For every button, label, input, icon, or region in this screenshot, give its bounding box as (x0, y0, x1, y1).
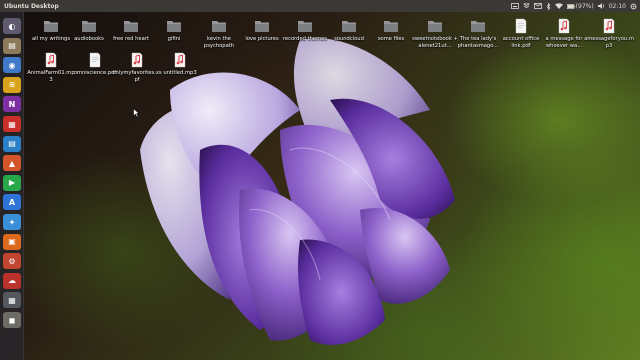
launcher-lens-icon[interactable]: ≋ (3, 76, 21, 93)
desktop-item-some-files[interactable]: some files (366, 18, 416, 43)
bluetooth-icon[interactable] (546, 2, 551, 10)
audio-file-icon (174, 52, 186, 68)
launcher-ubuntu-one-icon[interactable]: ☁ (3, 272, 21, 289)
desktop-item-label: recorded themes (282, 36, 328, 42)
audio-file-icon (45, 52, 57, 68)
folder-icon (298, 21, 312, 32)
launcher-feather-app-icon[interactable]: ✦ (3, 214, 21, 230)
keyboard-indicator-icon[interactable] (510, 3, 519, 9)
launcher-calculator-icon[interactable]: ▦ (3, 292, 21, 309)
document-icon (89, 52, 101, 68)
battery-icon (566, 3, 575, 9)
desktop-item-label: AnimalFarm01.mp3 (27, 70, 75, 83)
audio-file-icon (603, 18, 615, 34)
desktop-item-a-message-for-whoever-wa[interactable]: a message for whoever wa... (539, 18, 589, 49)
desktop-item-label: untitled.mp3 (163, 70, 197, 76)
clock[interactable]: 02:10 (609, 3, 626, 10)
volume-icon[interactable] (597, 3, 605, 9)
folder-icon (384, 21, 398, 32)
battery-indicator[interactable]: (97%) (566, 2, 594, 10)
mouse-pointer-icon (133, 108, 140, 118)
mail-icon[interactable] (533, 3, 542, 9)
launcher-trash-icon[interactable]: ◼ (3, 312, 21, 328)
desktop-item-gifini[interactable]: gifini (149, 18, 199, 43)
window-title: Ubuntu Desktop (4, 2, 59, 10)
desktop-item-amessageforyou-mp3[interactable]: amessageforyou.mp3 (584, 18, 634, 49)
desktop-item-label: amessageforyou.mp3 (584, 36, 634, 49)
document-icon (515, 18, 527, 34)
folder-icon (44, 21, 58, 32)
desktop-item-recorded-themes[interactable]: recorded themes (280, 18, 330, 43)
launcher-settings-icon[interactable]: ⚙ (3, 253, 21, 270)
folder-icon (82, 21, 96, 32)
indicator-area: (97%) 02:10 (510, 0, 637, 12)
desktop-item-animalfarm01-mp3[interactable]: AnimalFarm01.mp3 (26, 52, 76, 83)
dropbox-icon[interactable] (522, 3, 530, 9)
launcher-app-store-icon[interactable]: A (3, 194, 21, 211)
launcher-libreoffice-impress-icon[interactable]: ▲ (3, 155, 21, 172)
audio-file-icon (131, 52, 143, 68)
folder-icon (255, 21, 269, 32)
launcher-calendar-icon[interactable]: ▦ (3, 116, 21, 132)
launcher-play-store-icon[interactable]: ▶ (3, 174, 21, 191)
folder-icon (471, 21, 485, 32)
launcher-onenote-icon[interactable]: N (3, 96, 21, 113)
wifi-icon[interactable] (554, 3, 563, 9)
folder-icon (212, 21, 226, 32)
desktop-item-label: gifini (167, 36, 181, 42)
folder-icon (167, 21, 181, 32)
launcher-dash-home-icon[interactable]: ◐ (3, 18, 21, 34)
launcher-software-center-icon[interactable]: ▣ (3, 233, 21, 250)
launcher-libreoffice-writer-icon[interactable]: ▤ (3, 135, 21, 152)
battery-percent: (97%) (575, 2, 594, 10)
folder-icon (124, 21, 138, 32)
desktop-item-label: a message for whoever wa... (545, 36, 583, 49)
desktop-item-label: some files (377, 36, 405, 42)
top-panel: Ubuntu Desktop (97%) 02:10 (0, 0, 640, 12)
launcher-chromium-icon[interactable]: ◉ (3, 57, 21, 74)
unity-launcher: ◐ ▤ ◉ ≋ N ▦ ▤ ▲ ▶ A ✦ ▣ ⚙ ☁ ▦ ◼ (0, 12, 24, 360)
folder-icon (342, 21, 356, 32)
power-gear-icon[interactable] (630, 3, 637, 10)
desktop-item-untitled-mp3[interactable]: untitled.mp3 (155, 52, 205, 77)
folder-icon (428, 21, 442, 32)
audio-file-icon (558, 18, 570, 34)
launcher-files-icon[interactable]: ▤ (3, 37, 21, 54)
